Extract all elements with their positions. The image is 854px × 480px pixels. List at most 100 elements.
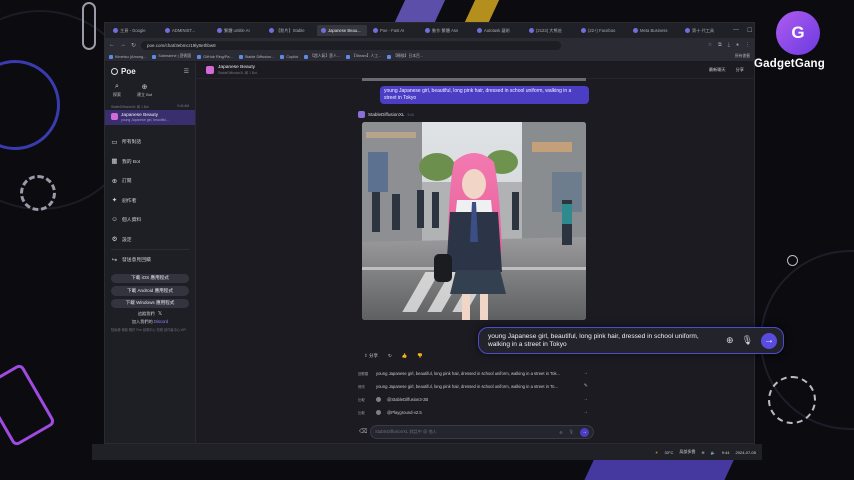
poe-logo-icon: [111, 68, 118, 75]
zoomed-input-text[interactable]: young Japanese girl, beautiful, long pin…: [488, 333, 718, 349]
retry-icon[interactable]: ↻: [388, 353, 392, 359]
suggestion-item[interactable]: 回覆類 young Japanese girl, beautiful, long…: [358, 367, 588, 379]
tab-label: Autotask 藝術: [484, 27, 510, 33]
forward-icon[interactable]: →: [120, 42, 126, 48]
microphone-icon[interactable]: 🎙: [742, 335, 753, 346]
more-icon[interactable]: ⋮: [745, 42, 750, 48]
window-controls: — ☐ ✕: [733, 27, 754, 34]
profile-icon[interactable]: ●: [736, 42, 739, 48]
browser-tab[interactable]: 主頁 - Google: [109, 25, 159, 36]
bookmark-item[interactable]: 【轉換】日本百...: [387, 54, 423, 59]
x-icon[interactable]: 𝕏: [158, 311, 162, 317]
browser-tab[interactable]: 第十 代工具: [681, 25, 731, 36]
bookmark-item[interactable]: GitHub Ring/Pa...: [197, 54, 233, 59]
extension-icon[interactable]: ⧉: [718, 42, 722, 48]
microphone-icon[interactable]: 🎙: [569, 429, 574, 435]
browser-tab[interactable]: Poe - Fast AI: [369, 25, 419, 36]
download-windows-button[interactable]: 下載 Windows 應用程式: [111, 298, 189, 308]
sidebar-item-my-bots[interactable]: ▦ 我的 Bot: [105, 152, 195, 172]
clock-time[interactable]: 9:44: [722, 450, 730, 455]
star-icon[interactable]: ☆: [708, 42, 712, 48]
tab-label: (2123) 大熊爸: [536, 27, 562, 33]
browser-tab[interactable]: 動作 繁體 Ass: [421, 25, 471, 36]
browser-tab[interactable]: (2123) 大熊爸: [525, 25, 575, 36]
bookmark-item[interactable]: 【超人氣】藝人...: [304, 54, 340, 59]
thumbs-down-icon[interactable]: 👎: [417, 353, 423, 359]
feedback-icon: ↪: [111, 256, 118, 264]
download-icon[interactable]: ⤓: [728, 42, 730, 48]
clock-date: 2024-07-05: [735, 449, 756, 455]
minimize-icon[interactable]: —: [733, 27, 739, 34]
new-chat-button[interactable]: 最新聊天: [709, 67, 726, 73]
share-label: 分享: [369, 353, 379, 358]
browser-tab[interactable]: Meta Business: [629, 25, 679, 36]
sidebar-item-subscribe[interactable]: ⊕ 訂閱: [105, 171, 195, 191]
suggestion-item[interactable]: 修改 young Japanese girl, beautiful, long …: [358, 380, 588, 392]
suggestion-item[interactable]: 比較 @StableDiffusion3-2B →: [358, 393, 588, 405]
share-message-button[interactable]: ⇪ 分享: [364, 353, 378, 359]
tab-bar: 主頁 - Google ADMINIST... 繁體 untitle AI 【影片】S…: [105, 23, 754, 38]
sidebar-item-settings[interactable]: ⚙ 設定: [105, 230, 195, 250]
browser-tab[interactable]: 【影片】Stable: [265, 25, 315, 36]
create-bot-button[interactable]: ⊕ 建立 Bot: [137, 83, 152, 98]
share-button[interactable]: 分享: [736, 67, 744, 73]
reply-bot-name[interactable]: StableDiffusionXL: [368, 112, 404, 117]
attach-icon[interactable]: ⊕: [726, 335, 734, 346]
menu-icon[interactable]: ☰: [184, 68, 189, 75]
maximize-icon[interactable]: ☐: [747, 27, 752, 34]
sidebar-item-creators[interactable]: ✦ 創作者: [105, 191, 195, 211]
bookmark-item[interactable]: Stable Diffusion...: [238, 54, 274, 59]
bookmark-item[interactable]: Submarine | 藝術圖: [152, 54, 191, 59]
sidebar-item-label: 創作者: [122, 198, 137, 204]
sidebar-item-all-chats[interactable]: ▭ 所有對話: [105, 132, 195, 152]
chat-input[interactable]: StableDiffusionXL 對話中 @ 他人 ⊕ 🎙 →: [370, 425, 594, 439]
reload-icon[interactable]: ↻: [131, 42, 136, 49]
weather-desc: 局部多雲: [679, 449, 696, 454]
sidebar-item-feedback[interactable]: ↪ 發送意見回饋: [105, 250, 195, 270]
tab-favicon: [113, 28, 118, 33]
gear-icon: [20, 175, 56, 211]
bookmark-item[interactable]: 【Steam】人工...: [345, 54, 381, 59]
url-field[interactable]: poe.com/chat/3ebmcr19ly8ethbw8: [141, 40, 562, 50]
sidebar-item-label: 訂閱: [122, 179, 132, 185]
sidebar-item-profile[interactable]: ☺ 個人資料: [105, 210, 195, 230]
download-ios-button[interactable]: 下載 iOS 應用程式: [111, 273, 189, 283]
bookmark-item[interactable]: Copilot: [280, 54, 298, 59]
browser-tab[interactable]: ADMINIST...: [161, 25, 211, 36]
all-bookmarks[interactable]: 所有書籤: [735, 54, 750, 59]
suggestion-item[interactable]: 比較 @Playground-v2.5 →: [358, 406, 588, 418]
thumbs-up-icon[interactable]: 👍: [402, 353, 408, 359]
bookmark-favicon: [238, 54, 243, 59]
suggestion-label: 回覆類: [358, 371, 369, 376]
gadgetgang-brand: GadgetGang: [754, 58, 826, 70]
wifi-icon[interactable]: ≋: [701, 450, 704, 455]
follow-text: 追蹤我們: [137, 311, 155, 316]
discord-link[interactable]: Discord: [154, 319, 168, 324]
send-icon[interactable]: →: [580, 427, 589, 437]
zoomed-chat-input[interactable]: young Japanese girl, beautiful, long pin…: [478, 327, 784, 354]
back-icon[interactable]: ←: [109, 42, 115, 48]
browser-tab[interactable]: (22+) Faceboo: [577, 25, 627, 36]
clear-context-icon[interactable]: ⌫: [359, 428, 367, 435]
bookmark-favicon: [109, 54, 113, 59]
suggestion-label: 比較: [358, 397, 365, 402]
suggestion-text: young Japanese girl, beautiful, long pin…: [376, 370, 561, 376]
arrow-right-icon: →: [583, 370, 588, 376]
explore-button[interactable]: ⌕ 探索: [113, 83, 121, 98]
download-android-button[interactable]: 下載 Android 應用程式: [111, 286, 189, 296]
bookmark-item[interactable]: Kimetsu (Among...: [109, 54, 146, 59]
generated-image[interactable]: [362, 122, 586, 320]
bookmark-label: GitHub Ring/Pa...: [203, 54, 233, 59]
weather-icon[interactable]: ☀: [655, 450, 659, 455]
browser-tab[interactable]: Japanese Beau...: [317, 25, 367, 36]
poe-logo[interactable]: Poe ☰: [105, 62, 195, 81]
bookmark-label: 【超人氣】藝人...: [310, 54, 340, 58]
taskbar: ☀ 33°C 局部多雲 ≋ 🔈 9:44 2024-07-05: [92, 444, 762, 460]
bot-avatar: [376, 409, 381, 415]
browser-tab[interactable]: Autotask 藝術: [473, 25, 523, 36]
browser-tab[interactable]: 繁體 untitle AI: [213, 25, 263, 36]
volume-icon[interactable]: 🔈: [711, 450, 716, 455]
active-chat-item[interactable]: Japanese Beauty young Japanese girl, bea…: [105, 110, 195, 125]
attach-icon[interactable]: ⊕: [559, 430, 563, 435]
send-button[interactable]: →: [761, 332, 777, 349]
